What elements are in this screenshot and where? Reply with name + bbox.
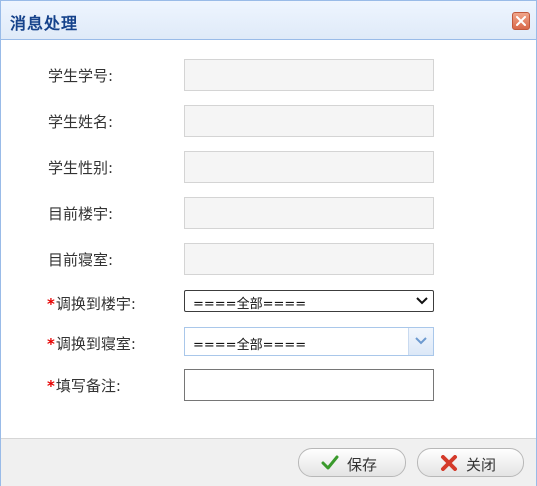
target-building-select[interactable]: ====全部==== [184, 290, 434, 312]
target-room-label: *调换到寝室: [47, 333, 136, 354]
required-mark: * [47, 295, 55, 313]
student-gender-row: 学生性别: [1, 151, 536, 183]
dialog-close-button[interactable] [512, 12, 530, 30]
check-icon [321, 455, 339, 470]
current-room-label: 目前寝室: [48, 251, 114, 269]
remark-label-text: 填写备注: [55, 377, 121, 395]
remark-label: *填写备注: [47, 375, 121, 396]
target-room-row: *调换到寝室: ====全部==== [1, 327, 536, 359]
dialog-footer: 保存 关闭 [1, 438, 536, 486]
student-id-label: 学生学号: [48, 67, 114, 85]
dialog-titlebar[interactable]: 消息处理 [1, 1, 536, 40]
dialog-title: 消息处理 [10, 14, 79, 33]
target-building-selected: ====全部==== [193, 297, 307, 312]
target-room-select[interactable]: ====全部==== [184, 327, 434, 356]
close-icon [516, 16, 526, 26]
student-id-row: 学生学号: [1, 59, 536, 91]
target-room-label-text: 调换到寝室: [55, 335, 136, 353]
student-name-label: 学生姓名: [48, 113, 114, 131]
target-building-label-text: 调换到楼宇: [55, 295, 136, 313]
student-name-field[interactable] [184, 105, 434, 137]
current-room-field[interactable] [184, 243, 434, 275]
remark-row: *填写备注: [1, 369, 536, 401]
target-room-selected: ====全部==== [193, 338, 307, 353]
close-button[interactable]: 关闭 [417, 448, 524, 477]
student-gender-field[interactable] [184, 151, 434, 183]
target-building-row: *调换到楼宇: ====全部==== [1, 287, 536, 319]
current-building-field[interactable] [184, 197, 434, 229]
dialog-form: 学生学号: 学生姓名: 学生性别: 目前楼宇: 目前寝室: *调换到楼宇: ==… [1, 40, 536, 438]
save-button[interactable]: 保存 [298, 448, 406, 477]
student-id-field[interactable] [184, 59, 434, 91]
save-button-label: 保存 [347, 456, 378, 474]
target-building-label: *调换到楼宇: [47, 293, 136, 314]
student-name-row: 学生姓名: [1, 105, 536, 137]
current-building-row: 目前楼宇: [1, 197, 536, 229]
current-room-row: 目前寝室: [1, 243, 536, 275]
x-icon [441, 455, 457, 471]
target-room-dropdown-trigger[interactable] [408, 328, 433, 355]
chevron-down-icon [415, 337, 427, 345]
message-dialog: 消息处理 学生学号: 学生姓名: 学生性别: 目前楼宇: 目前寝室: *调换到楼… [0, 0, 537, 486]
current-building-label: 目前楼宇: [48, 205, 114, 223]
student-gender-label: 学生性别: [48, 159, 114, 177]
required-mark: * [47, 377, 55, 395]
close-button-label: 关闭 [466, 456, 497, 474]
remark-input[interactable] [184, 369, 434, 401]
chevron-down-icon [416, 297, 428, 305]
required-mark: * [47, 335, 55, 353]
